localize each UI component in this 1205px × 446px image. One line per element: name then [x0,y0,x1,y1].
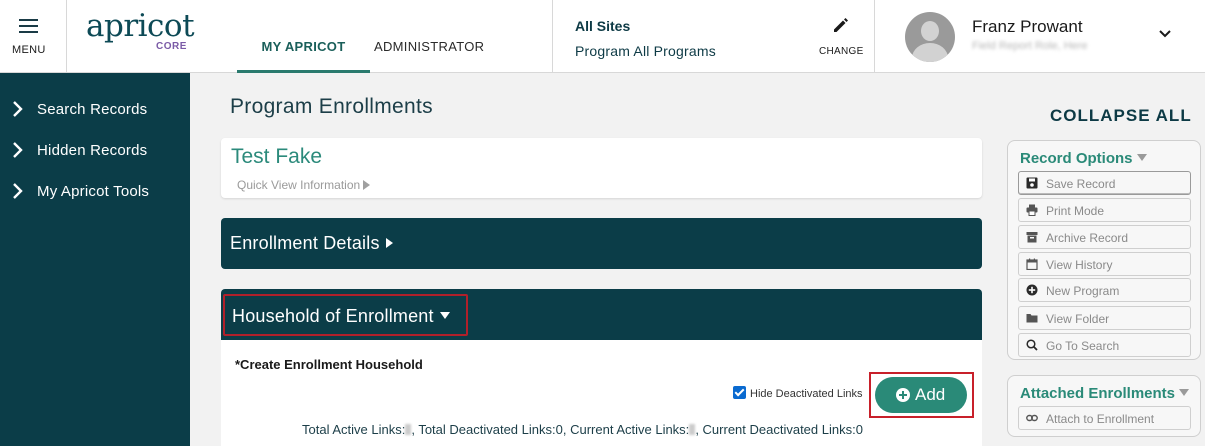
add-button[interactable]: Add [875,377,967,413]
caret-down-icon [1136,154,1147,161]
current-deactivated-value: 0 [855,422,863,437]
logo-sub: CORE [156,41,187,52]
print-mode-label: Print Mode [1046,204,1105,218]
new-program-button[interactable]: New Program [1018,278,1191,302]
top-header: MENU apricot CORE MY APRICOT ADMINISTRAT… [0,0,1205,73]
add-button-label: Add [915,385,946,404]
go-to-search-button[interactable]: Go To Search [1018,333,1191,357]
menu-button[interactable]: MENU [0,0,67,72]
household-header: Household of Enrollment [221,289,982,340]
page-title: Program Enrollments [230,95,433,118]
view-history-button[interactable]: View History [1018,252,1191,276]
pencil-icon [834,18,848,32]
chevron-right-icon [13,101,23,117]
caret-right-icon [385,238,393,248]
redacted-value [689,424,696,435]
tab-administrator[interactable]: ADMINISTRATOR [374,39,484,54]
menu-label: MENU [12,44,46,56]
enrollment-details-title: Enrollment Details [230,233,380,253]
tab-my-apricot[interactable]: MY APRICOT [237,39,370,73]
view-history-label: View History [1046,258,1113,272]
household-section: Household of Enrollment *Create Enrollme… [221,289,982,446]
sidebar-item-hidden-records[interactable]: Hidden Records [0,135,190,165]
hide-deactivated-label: Hide Deactivated Links [750,388,863,400]
user-menu[interactable]: Franz Prowant Field Report Role, Here [876,0,1205,72]
quick-view-toggle[interactable]: Quick View Information [237,178,371,192]
caret-down-icon [439,312,450,319]
caret-right-icon [363,180,371,190]
attach-to-enrollment-label: Attach to Enrollment [1046,412,1155,426]
attached-enrollments-header[interactable]: Attached Enrollments [1020,385,1190,402]
chevron-down-icon[interactable] [1158,27,1172,41]
attached-enrollments-title: Attached Enrollments [1020,385,1176,402]
create-household-label: *Create Enrollment Household [235,357,423,372]
archive-record-label: Archive Record [1046,231,1129,245]
link-icon [1026,414,1038,422]
household-toggle[interactable]: Household of Enrollment [223,294,468,336]
hide-deactivated-toggle[interactable]: Hide Deactivated Links [733,386,863,400]
sidebar-item-label: My Apricot Tools [37,183,150,200]
sidebar-item-label: Search Records [37,101,148,118]
view-folder-button[interactable]: View Folder [1018,306,1191,330]
save-icon [1026,177,1038,189]
print-mode-button[interactable]: Print Mode [1018,198,1191,222]
change-label: CHANGE [819,46,864,57]
redacted-value [405,424,412,435]
household-header-label: Household of Enrollment [232,306,450,327]
save-record-button[interactable]: Save Record [1018,171,1191,195]
chevron-right-icon [13,183,23,199]
record-options-panel: Record Options Save Record Print Mode Ar… [1007,140,1201,360]
user-role: Field Report Role, Here [972,40,1088,52]
total-active-label: Total Active Links: [302,422,406,437]
archive-icon [1026,232,1038,243]
go-to-search-label: Go To Search [1046,339,1120,353]
client-name: Test Fake [231,145,323,168]
total-deactivated-value: 0 [555,422,563,437]
sidebar-item-label: Hidden Records [37,142,148,159]
household-title: Household of Enrollment [232,306,434,326]
sidebar: Search Records Hidden Records My Apricot… [0,73,190,446]
avatar [905,12,955,62]
save-record-label: Save Record [1046,177,1116,191]
enrollment-details-section[interactable]: Enrollment Details [221,218,982,269]
sidebar-item-my-apricot-tools[interactable]: My Apricot Tools [0,176,190,206]
current-active-label: , Current Active Links: [562,422,690,437]
collapse-all-button[interactable]: COLLAPSE ALL [1050,106,1192,126]
sidebar-item-search-records[interactable]: Search Records [0,94,190,124]
change-button[interactable]: CHANGE [819,15,863,57]
attached-enrollments-panel: Attached Enrollments Attach to Enrollmen… [1007,375,1201,437]
enrollment-details-header: Enrollment Details [230,233,393,254]
record-options-title: Record Options [1020,150,1133,167]
search-icon [1026,339,1038,351]
total-deactivated-label: , Total Deactivated Links: [411,422,556,437]
apricot-logo[interactable]: apricot CORE [86,8,195,53]
archive-record-button[interactable]: Archive Record [1018,225,1191,249]
quick-view-label: Quick View Information [237,178,361,192]
user-name: Franz Prowant [972,17,1083,36]
calendar-icon [1026,258,1038,270]
program-label: Program All Programs [575,43,716,59]
logo-text: apricot [86,8,195,44]
attach-to-enrollment-button[interactable]: Attach to Enrollment [1018,406,1191,430]
chevron-right-icon [13,142,23,158]
record-options-header[interactable]: Record Options [1020,150,1147,167]
sites-title: All Sites [575,18,631,34]
site-program-selector: All Sites Program All Programs CHANGE [552,0,875,72]
caret-down-icon [1179,389,1190,396]
hamburger-icon [19,19,38,37]
print-icon [1026,204,1038,216]
current-deactivated-label: , Current Deactivated Links: [695,422,856,437]
folder-icon [1026,314,1038,323]
new-program-label: New Program [1046,284,1120,298]
link-totals: Total Active Links: , Total Deactivated L… [302,422,863,437]
hide-deactivated-checkbox[interactable] [733,386,746,399]
view-folder-label: View Folder [1046,312,1110,326]
plus-circle-icon [896,388,910,402]
client-card: Test Fake Quick View Information [221,138,982,198]
plus-circle-icon [1026,284,1038,296]
